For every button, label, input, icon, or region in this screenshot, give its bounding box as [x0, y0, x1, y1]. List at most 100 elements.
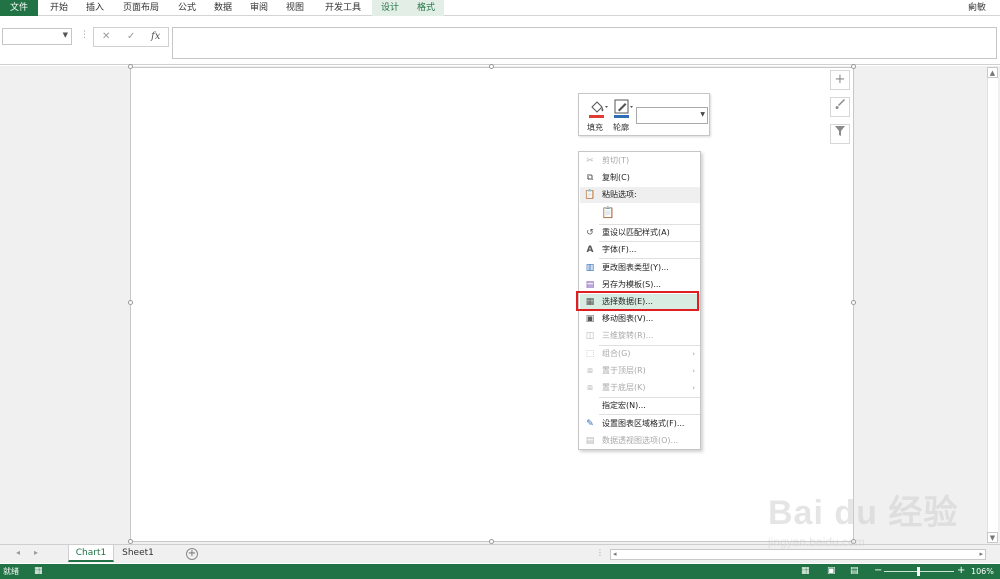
submenu-arrow-icon: › [692, 367, 695, 375]
vertical-scrollbar[interactable]: ▲ ▼ [987, 67, 998, 543]
menu-item-assign-macro[interactable]: 指定宏(N)... [580, 398, 700, 414]
sheet-next-icon[interactable]: ▸ [34, 548, 38, 557]
menu-item-bring-to-front[interactable]: ⧈ 置于顶层(R) › [580, 363, 700, 379]
tab-review[interactable]: 审阅 [244, 0, 274, 16]
paste-option-button[interactable]: 📋 [580, 205, 700, 223]
filter-icon [834, 126, 846, 141]
menu-item-label: 数据透视图选项(O)... [602, 436, 679, 445]
enter-icon[interactable]: ✓ [127, 31, 135, 42]
tab-file[interactable]: 文件 [0, 0, 38, 16]
reset-icon: ↺ [586, 228, 594, 238]
menu-item-label: 字体(F)... [602, 245, 637, 254]
bring-to-front-icon: ⧈ [587, 366, 593, 376]
menu-item-label: 置于底层(K) [602, 383, 646, 392]
menu-item-change-chart-type[interactable]: ▥ 更改图表类型(Y)... [580, 260, 700, 276]
page-layout-view-icon[interactable]: ▣ [827, 565, 836, 577]
name-box[interactable]: ▼ [2, 28, 72, 45]
chart-area[interactable] [130, 67, 854, 542]
menu-item-reset-style[interactable]: ↺ 重设以匹配样式(A) [580, 225, 700, 241]
zoom-slider-thumb[interactable] [917, 567, 920, 576]
tab-view[interactable]: 视图 [280, 0, 310, 16]
chart-styles-button[interactable] [830, 97, 850, 117]
chart-elements-button[interactable]: + [830, 70, 850, 90]
macro-record-icon[interactable]: ▦ [34, 566, 43, 577]
menu-item-group[interactable]: ⬚ 组合(G) › [580, 346, 700, 362]
tab-home[interactable]: 开始 [44, 0, 74, 16]
page-break-view-icon[interactable]: ▤ [850, 565, 859, 577]
chart-workspace [0, 66, 1000, 544]
annotation-highlight-box [576, 291, 699, 311]
menu-item-label: 复制(C) [602, 173, 630, 182]
format-icon: ✎ [586, 419, 594, 429]
chart-element-select[interactable]: ▼ [636, 107, 708, 124]
chevron-down-icon[interactable]: ▼ [700, 111, 705, 118]
zoom-in-button[interactable]: + [957, 565, 965, 577]
tab-developer[interactable]: 开发工具 [318, 0, 368, 16]
font-icon: A [586, 245, 594, 255]
scroll-up-icon[interactable]: ▲ [987, 67, 998, 78]
menu-item-font[interactable]: A 字体(F)... [580, 242, 700, 258]
tab-data[interactable]: 数据 [208, 0, 238, 16]
menu-item-format-chart-area[interactable]: ✎ 设置图表区域格式(F)... [580, 416, 700, 432]
insert-function-icon[interactable]: fx [151, 31, 160, 42]
scroll-left-icon[interactable]: ◂ [613, 550, 617, 559]
menu-item-label: 移动图表(V)... [602, 314, 654, 323]
template-icon: ▤ [585, 280, 595, 290]
baidu-watermark: Bai du 经验 jingyan.baidu.com [768, 475, 998, 560]
normal-view-icon[interactable]: ▦ [801, 565, 810, 577]
menu-item-copy[interactable]: ⧉ 复制(C) [580, 170, 700, 186]
tab-page-layout[interactable]: 页面布局 [116, 0, 166, 16]
group-icon: ⬚ [585, 349, 595, 359]
tab-format[interactable]: 格式 [408, 0, 444, 16]
resize-handle-top-left[interactable] [128, 64, 133, 69]
clipboard-icon: 📋 [584, 190, 596, 200]
zoom-out-button[interactable]: − [874, 565, 882, 577]
menu-item-label: 剪切(T) [602, 156, 630, 165]
menu-item-send-to-back[interactable]: ⧈ 置于底层(K) › [580, 380, 700, 396]
macro-icon [584, 400, 596, 412]
menu-item-label: 另存为模板(S)... [602, 280, 661, 289]
submenu-arrow-icon: › [692, 384, 695, 392]
status-bar: 就绪 ▦ ▦ ▣ ▤ − + 106% [0, 564, 1000, 579]
resize-handle-right[interactable] [851, 300, 856, 305]
menu-item-label: 指定宏(N)... [602, 401, 646, 410]
resize-handle-top[interactable] [489, 64, 494, 69]
menu-item-label: 组合(G) [602, 349, 631, 358]
menu-item-label: 更改图表类型(Y)... [602, 263, 669, 272]
chevron-down-icon[interactable]: ▼ [969, 0, 974, 16]
copy-icon: ⧉ [586, 173, 594, 183]
chevron-down-icon[interactable]: ▼ [63, 31, 68, 39]
watermark-logo: Bai du 经验 [768, 494, 959, 532]
fill-button[interactable] [587, 98, 609, 120]
scissors-icon: ✂ [586, 156, 594, 166]
menu-item-label: 重设以匹配样式(A) [602, 228, 670, 237]
sheet-prev-icon[interactable]: ◂ [16, 548, 20, 557]
splitter-icon[interactable]: ⋮ [596, 548, 604, 557]
menu-item-3d-rotation[interactable]: ◫ 三维旋转(R)... [580, 328, 700, 344]
tab-design[interactable]: 设计 [372, 0, 408, 16]
ribbon-tab-bar: 文件 开始 插入 页面布局 公式 数据 审阅 视图 开发工具 设计 格式 向敏 … [0, 0, 1000, 16]
outline-button[interactable] [612, 98, 634, 120]
outline-label: 轮廓 [613, 123, 629, 132]
menu-item-cut[interactable]: ✂ 剪切(T) [580, 153, 700, 169]
resize-handle-left[interactable] [128, 300, 133, 305]
menu-divider [599, 414, 700, 415]
sheet-tab-chart1[interactable]: Chart1 [68, 545, 114, 562]
3d-rotation-icon: ◫ [585, 331, 595, 341]
chart-filters-button[interactable] [830, 124, 850, 144]
add-sheet-button[interactable]: + [186, 548, 198, 560]
sheet-tab-sheet1[interactable]: Sheet1 [116, 545, 160, 562]
menu-item-move-chart[interactable]: ▣ 移动图表(V)... [580, 311, 700, 327]
status-text: 就绪 [3, 567, 19, 576]
tab-formulas[interactable]: 公式 [172, 0, 202, 16]
formula-buttons: ✕ ✓ fx [93, 27, 169, 47]
tab-insert[interactable]: 插入 [80, 0, 110, 16]
formula-input[interactable] [172, 27, 997, 59]
menu-item-pivotchart-options[interactable]: ▤ 数据透视图选项(O)... [580, 433, 700, 449]
resize-handle-top-right[interactable] [851, 64, 856, 69]
cancel-icon[interactable]: ✕ [102, 31, 110, 42]
fill-label: 填充 [587, 123, 603, 132]
plus-icon: + [834, 72, 846, 87]
zoom-level[interactable]: 106% [971, 566, 994, 577]
drag-handle-icon[interactable]: ⋮ [80, 30, 89, 40]
